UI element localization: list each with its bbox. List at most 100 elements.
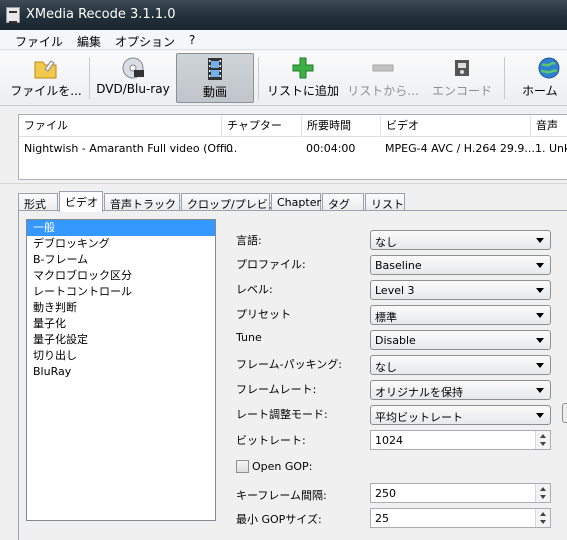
column-file[interactable]: ファイル [19,115,68,137]
dvd-bluray-label: DVD/Blu-ray [96,82,170,96]
tune-select[interactable]: Disable [370,330,551,350]
cell-audio: 1. Unk [535,142,567,155]
splitter[interactable] [0,183,567,184]
remove-from-list-label: リストから... [347,84,419,98]
remove-from-list-button[interactable]: リストから... [345,53,421,103]
globe-icon [538,57,560,79]
window-title: XMedia Recode 3.1.1.0 [26,7,176,22]
preset-value: 標準 [375,311,397,324]
frame-packing-select[interactable]: なし [370,355,551,375]
nav-item-general[interactable]: 一般 [27,220,215,236]
profile-value: Baseline [375,259,422,272]
level-label: レベル: [236,283,273,296]
chevron-down-icon [536,288,544,293]
language-select[interactable]: なし [370,230,551,250]
menu-file[interactable]: ファイル [8,30,70,49]
chevron-down-icon [536,413,544,418]
disc-icon [122,57,144,79]
min-gop-value: 25 [375,512,389,525]
cell-video: MPEG-4 AVC / H.264 29.9... [385,142,535,155]
arrow-down-icon [540,520,546,524]
open-gop-label: Open GOP: [252,460,313,473]
chevron-down-icon [536,388,544,393]
open-file-label: ファイルを... [10,84,82,98]
preset-label: プリセット [236,308,291,321]
nav-item-motion-estimation[interactable]: 動き判断 [27,300,215,316]
add-to-list-label: リストに追加 [266,84,339,98]
min-gop-label: 最小 GOPサイズ: [236,513,322,526]
rate-mode-label: レート調整モード: [236,408,328,421]
arrow-down-icon [540,495,546,499]
rate-mode-settings-button[interactable] [562,403,567,423]
open-file-button[interactable]: ファイルを... [6,53,86,103]
nav-item-bluray[interactable]: BluRay [27,364,215,380]
frame-packing-label: フレーム-パッキング: [236,358,343,371]
cell-chapter: 0 [226,142,233,155]
nav-item-b-frames[interactable]: B-フレーム [27,252,215,268]
dvd-bluray-button[interactable]: DVD/Blu-ray [92,53,174,103]
bitrate-value: 1024 [375,434,403,447]
framerate-label: フレームレート: [236,383,317,396]
preset-select[interactable]: 標準 [370,305,551,325]
arrow-up-icon [540,487,546,491]
chevron-down-icon [536,263,544,268]
cell-duration: 00:04:00 [306,142,356,155]
file-list[interactable]: ファイル チャプター 所要時間 ビデオ 音声 Nightwish - Amara… [18,114,567,180]
nav-item-trim[interactable]: 切り出し [27,348,215,364]
app-icon [6,7,20,23]
folder-icon [34,60,57,79]
chevron-down-icon [536,313,544,318]
nav-item-deblocking[interactable]: デブロッキング [27,236,215,252]
menu-options[interactable]: オプション [108,30,182,49]
language-value: なし [375,236,397,249]
chevron-down-icon [536,338,544,343]
frame-packing-value: なし [375,361,397,374]
framerate-select[interactable]: オリジナルを保持 [370,380,551,400]
nav-item-rate-control[interactable]: レートコントロール [27,284,215,300]
tune-label: Tune [236,331,262,344]
minus-icon [372,64,394,72]
profile-select[interactable]: Baseline [370,255,551,275]
video-button[interactable]: 動画 [176,53,254,103]
toolbar: ファイルを... DVD/Blu-ray 動画 リストに追加 リストから... … [0,51,567,106]
encode-label: エンコード [431,84,492,98]
keyframe-interval-stepper[interactable]: 250 [370,483,551,503]
menu-edit[interactable]: 編集 [70,30,108,49]
home-label: ホーム [522,84,558,98]
keyframe-interval-spin-buttons[interactable] [535,484,550,502]
video-settings-nav[interactable]: 一般 デブロッキング B-フレーム マクロブロック区分 レートコントロール 動き… [26,219,216,521]
language-label: 言語: [236,234,262,247]
column-chapter[interactable]: チャプター [221,115,282,137]
column-video[interactable]: ビデオ [380,115,419,137]
tab-video[interactable]: ビデオ [59,191,103,212]
encode-icon [455,60,469,76]
file-list-header: ファイル チャプター 所要時間 ビデオ 音声 [19,115,567,137]
column-audio[interactable]: 音声 [530,115,558,137]
menu-help[interactable]: ? [182,30,202,49]
bitrate-spin-buttons[interactable] [535,431,550,449]
open-gop-row: Open GOP: [236,460,312,473]
rate-mode-select[interactable]: 平均ビットレート [370,405,551,425]
nav-item-quantization-settings[interactable]: 量子化設定 [27,332,215,348]
bitrate-stepper[interactable]: 1024 [370,430,551,450]
home-button[interactable]: ホーム [522,53,567,103]
open-gop-checkbox[interactable] [236,460,249,473]
table-row[interactable]: Nightwish - Amaranth Full video (Offi...… [19,137,567,159]
min-gop-stepper[interactable]: 25 [370,508,551,528]
plus-icon [292,57,314,79]
profile-label: プロファイル: [236,258,306,271]
nav-item-macroblock-partitions[interactable]: マクロブロック区分 [27,268,215,284]
column-duration[interactable]: 所要時間 [301,115,351,137]
encode-button[interactable]: エンコード [426,53,498,103]
nav-item-quantization[interactable]: 量子化 [27,316,215,332]
add-to-list-button[interactable]: リストに追加 [263,53,343,103]
keyframe-interval-label: キーフレーム間隔: [236,489,327,502]
level-select[interactable]: Level 3 [370,280,551,300]
rate-mode-value: 平均ビットレート [375,411,463,424]
video-label: 動画 [202,85,227,99]
title-bar: XMedia Recode 3.1.1.0 [0,0,567,30]
chevron-down-icon [536,363,544,368]
min-gop-spin-buttons[interactable] [535,509,550,527]
framerate-value: オリジナルを保持 [375,386,463,399]
menu-bar: ファイル 編集 オプション ? [0,30,567,50]
